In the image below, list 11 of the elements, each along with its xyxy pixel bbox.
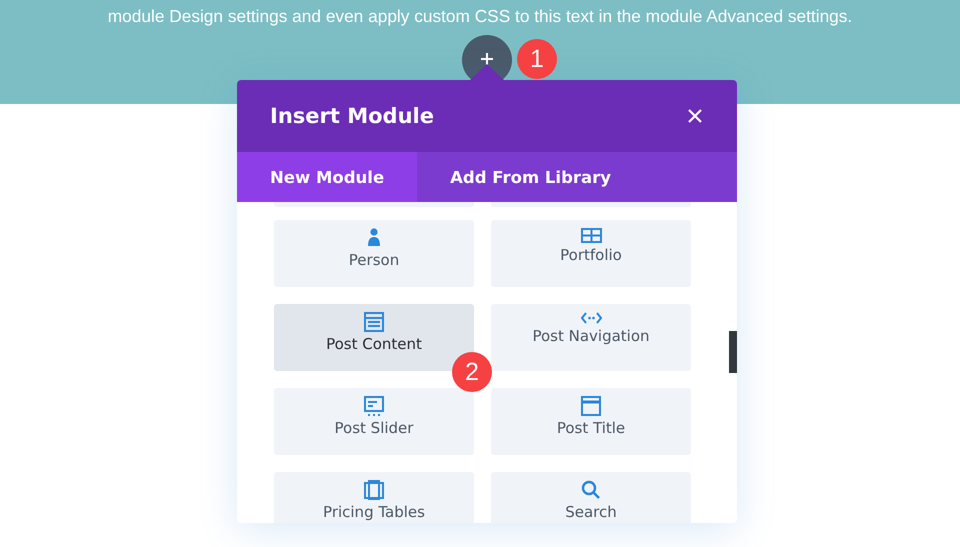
module-card[interactable]: Person	[274, 220, 474, 287]
body-text: module Design settings and even apply custom CSS to this text in the module Advanced settings.	[108, 5, 852, 28]
module-card[interactable]: Post Navigation	[491, 304, 691, 371]
tab[interactable]: Add From Library	[417, 152, 644, 202]
module-card[interactable]: Search	[491, 472, 691, 523]
tab[interactable]: New Module	[237, 152, 418, 202]
module-card[interactable]: Post Title	[491, 388, 691, 455]
dialog-title: Insert Module	[270, 104, 434, 128]
module-card[interactable]: Portfolio	[491, 220, 691, 287]
module-card[interactable]: Pricing Tables	[274, 472, 474, 523]
module-card[interactable]: Post Slider	[274, 388, 474, 455]
